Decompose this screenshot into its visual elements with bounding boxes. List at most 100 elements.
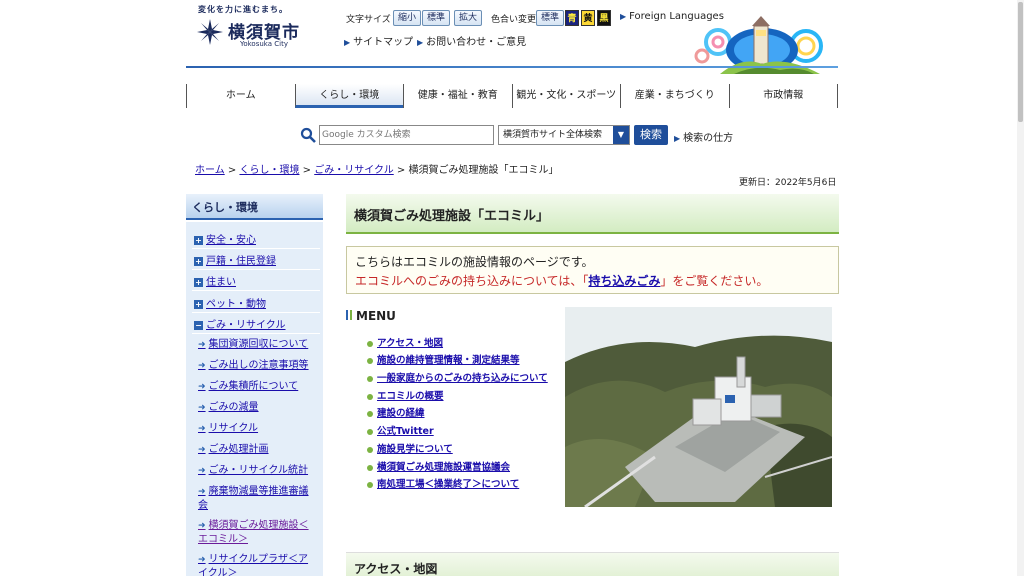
bullet-icon [367, 393, 373, 400]
search-howto-label: 検索の仕方 [683, 133, 734, 144]
sidebar-sub-label: リサイクル [208, 423, 259, 434]
city-name-en: Yokosuka City [240, 40, 288, 48]
sidebar-divider [192, 312, 320, 313]
gnav-health-welfare-education[interactable]: 健康・福祉・教育 [403, 84, 512, 108]
breadcrumb-separator: > [227, 165, 237, 176]
bullet-icon [367, 428, 373, 435]
search-icon [300, 127, 316, 143]
updated-date: 更新日：2022年5月6日 [739, 178, 837, 188]
font-small-button[interactable]: 縮小 [393, 10, 422, 26]
sidebar-sub-aicle[interactable]: ➜ リサイクルプラザ＜アイクル＞ [198, 553, 316, 576]
sidebar-item-garbage-recycle[interactable]: − ごみ・リサイクル [194, 316, 318, 331]
triangle-right-icon: ▶ [344, 38, 351, 47]
triangle-right-icon: ▶ [674, 134, 681, 143]
arrow-right-icon: ➜ [198, 382, 206, 392]
color-blue-button[interactable]: 青 [565, 10, 579, 26]
menu-item-overview[interactable]: エコミルの概要 [367, 388, 444, 402]
scrollbar[interactable] [1017, 0, 1024, 576]
sidebar-item-safety[interactable]: + 安全・安心 [194, 231, 318, 246]
breadcrumb-separator: > [302, 165, 312, 176]
breadcrumb-living-environment[interactable]: くらし・環境 [239, 165, 299, 176]
sidebar-sub-collection-points[interactable]: ➜ ごみ集積所について [198, 380, 316, 394]
menu-item-tour[interactable]: 施設見学について [367, 441, 453, 455]
gnav-city-info[interactable]: 市政情報 [728, 84, 838, 108]
search-scope-value: 横須賀市サイト全体検索 [503, 130, 603, 140]
bullet-icon [367, 410, 373, 417]
search-input[interactable] [319, 125, 494, 145]
color-black-button[interactable]: 黒 [597, 10, 611, 26]
arrow-right-icon: ➜ [198, 521, 206, 531]
breadcrumb-garbage-recycle[interactable]: ごみ・リサイクル [314, 165, 394, 176]
plus-icon: + [194, 236, 203, 245]
sidebar-sub-reduction[interactable]: ➜ ごみの減量 [198, 401, 316, 415]
menu-item-history[interactable]: 建設の経緯 [367, 405, 425, 419]
search-howto-link[interactable]: ▶ 検索の仕方 [674, 129, 733, 144]
breadcrumb-home[interactable]: ホーム [195, 165, 225, 176]
header-divider [186, 66, 838, 68]
gnav-home[interactable]: ホーム [186, 84, 295, 108]
menu-item-access-map[interactable]: アクセス・地図 [367, 335, 443, 349]
sidebar-sub-group-collection[interactable]: ➜ 集団資源回収について [198, 338, 316, 352]
font-size-label: 文字サイズ [346, 15, 391, 25]
sidebar: + 安全・安心 + 戸籍・住民登録 + 住まい + ペット・動物 − ごみ・リサイクル ➜… [186, 222, 323, 576]
gnav-tourism-culture-sports[interactable]: 観光・文化・スポーツ [511, 84, 621, 108]
facility-aerial-photo [565, 307, 832, 507]
search-scope-select[interactable]: 横須賀市サイト全体検索 ▼ [498, 125, 630, 145]
gnav-industry-town[interactable]: 産業・まちづくり [620, 84, 729, 108]
bring-in-garbage-link[interactable]: 持ち込みごみ [588, 274, 660, 288]
menu-item-label: アクセス・地図 [377, 338, 444, 349]
notice-box: こちらはエコミルの施設情報のページです。 エコミルへのごみの持ち込みについては、… [346, 246, 839, 294]
breadcrumb-current: 横須賀ごみ処理施設「エコミル」 [408, 165, 559, 176]
font-standard-button[interactable]: 標準 [422, 10, 451, 26]
sidebar-sub-recycle[interactable]: ➜ リサイクル [198, 422, 316, 436]
menu-item-operation-council[interactable]: 横須賀ごみ処理施設運営協議会 [367, 459, 510, 473]
sidebar-item-label: ペット・動物 [206, 299, 266, 310]
breadcrumb-separator: > [396, 165, 406, 176]
sidebar-sub-council[interactable]: ➜ 廃棄物減量等推進審議会 [198, 485, 316, 512]
menu-item-label: 横須賀ごみ処理施設運営協議会 [377, 462, 511, 473]
sidebar-sub-statistics[interactable]: ➜ ごみ・リサイクル統計 [198, 464, 316, 478]
menu-item-label: エコミルの概要 [377, 391, 444, 402]
sidebar-divider [192, 290, 320, 291]
sidebar-item-label: ごみ・リサイクル [206, 320, 286, 331]
sidebar-sub-disposal-plan[interactable]: ➜ ごみ処理計画 [198, 443, 316, 457]
bullet-icon [367, 446, 373, 453]
menu-item-household-bring-in[interactable]: 一般家庭からのごみの持ち込みについて [367, 370, 548, 384]
city-emblem-icon[interactable] [196, 18, 224, 46]
sitemap-link[interactable]: ▶ サイトマップ [344, 33, 413, 48]
notice-text-pre: エコミルへのごみの持ち込みについては、「 [355, 274, 589, 288]
menu-item-maintenance-info[interactable]: 施設の維持管理情報・測定結果等 [367, 352, 520, 366]
sidebar-divider [192, 269, 320, 270]
sidebar-sub-label: ごみ出しの注意事項等 [208, 360, 309, 371]
triangle-right-icon: ▶ [417, 38, 424, 47]
notice-text: こちらはエコミルの施設情報のページです。 [355, 255, 594, 269]
bullet-icon [367, 357, 373, 364]
sidebar-sub-disposal-notes[interactable]: ➜ ごみ出しの注意事項等 [198, 359, 316, 373]
sidebar-item-label: 安全・安心 [206, 235, 256, 246]
bullet-icon [367, 340, 373, 347]
sidebar-sub-label: 廃棄物減量等推進審議会 [198, 486, 309, 511]
sidebar-sub-label: 横須賀ごみ処理施設＜エコミル＞ [198, 520, 309, 545]
menu-item-twitter[interactable]: 公式Twitter [367, 423, 434, 437]
sidebar-sub-label: ごみ集積所について [208, 381, 299, 392]
breadcrumb: ホーム > くらし・環境 > ごみ・リサイクル > 横須賀ごみ処理施設「エコミル… [195, 161, 559, 176]
search-button[interactable]: 検索 [634, 125, 668, 145]
notice-bring-in-text: エコミルへのごみの持ち込みについては、「持ち込みごみ」をご覧ください。 [355, 272, 838, 289]
menu-item-label: 建設の経緯 [377, 408, 425, 419]
sidebar-sub-ecomil[interactable]: ➜ 横須賀ごみ処理施設＜エコミル＞ [198, 519, 316, 546]
bullet-icon [367, 481, 373, 488]
scrollbar-thumb[interactable] [1018, 2, 1023, 122]
gnav-living-environment[interactable]: くらし・環境 [294, 84, 403, 108]
menu-item-south-plant[interactable]: 南処理工場＜操業終了＞について [367, 476, 519, 490]
font-large-button[interactable]: 拡大 [454, 10, 483, 26]
sidebar-title[interactable]: くらし・環境 [186, 194, 323, 220]
color-yellow-button[interactable]: 黄 [581, 10, 595, 26]
sidebar-item-housing[interactable]: + 住まい [194, 273, 318, 288]
page-title: 横須賀ごみ処理施設「エコミル」 [346, 194, 839, 234]
plus-icon: + [194, 300, 203, 309]
sidebar-item-family-register[interactable]: + 戸籍・住民登録 [194, 252, 318, 267]
sidebar-item-pets[interactable]: + ペット・動物 [194, 295, 318, 310]
plus-icon: + [194, 278, 203, 287]
color-standard-button[interactable]: 標準 [536, 10, 565, 26]
contact-link[interactable]: ▶ お問い合わせ・ご意見 [417, 33, 526, 48]
